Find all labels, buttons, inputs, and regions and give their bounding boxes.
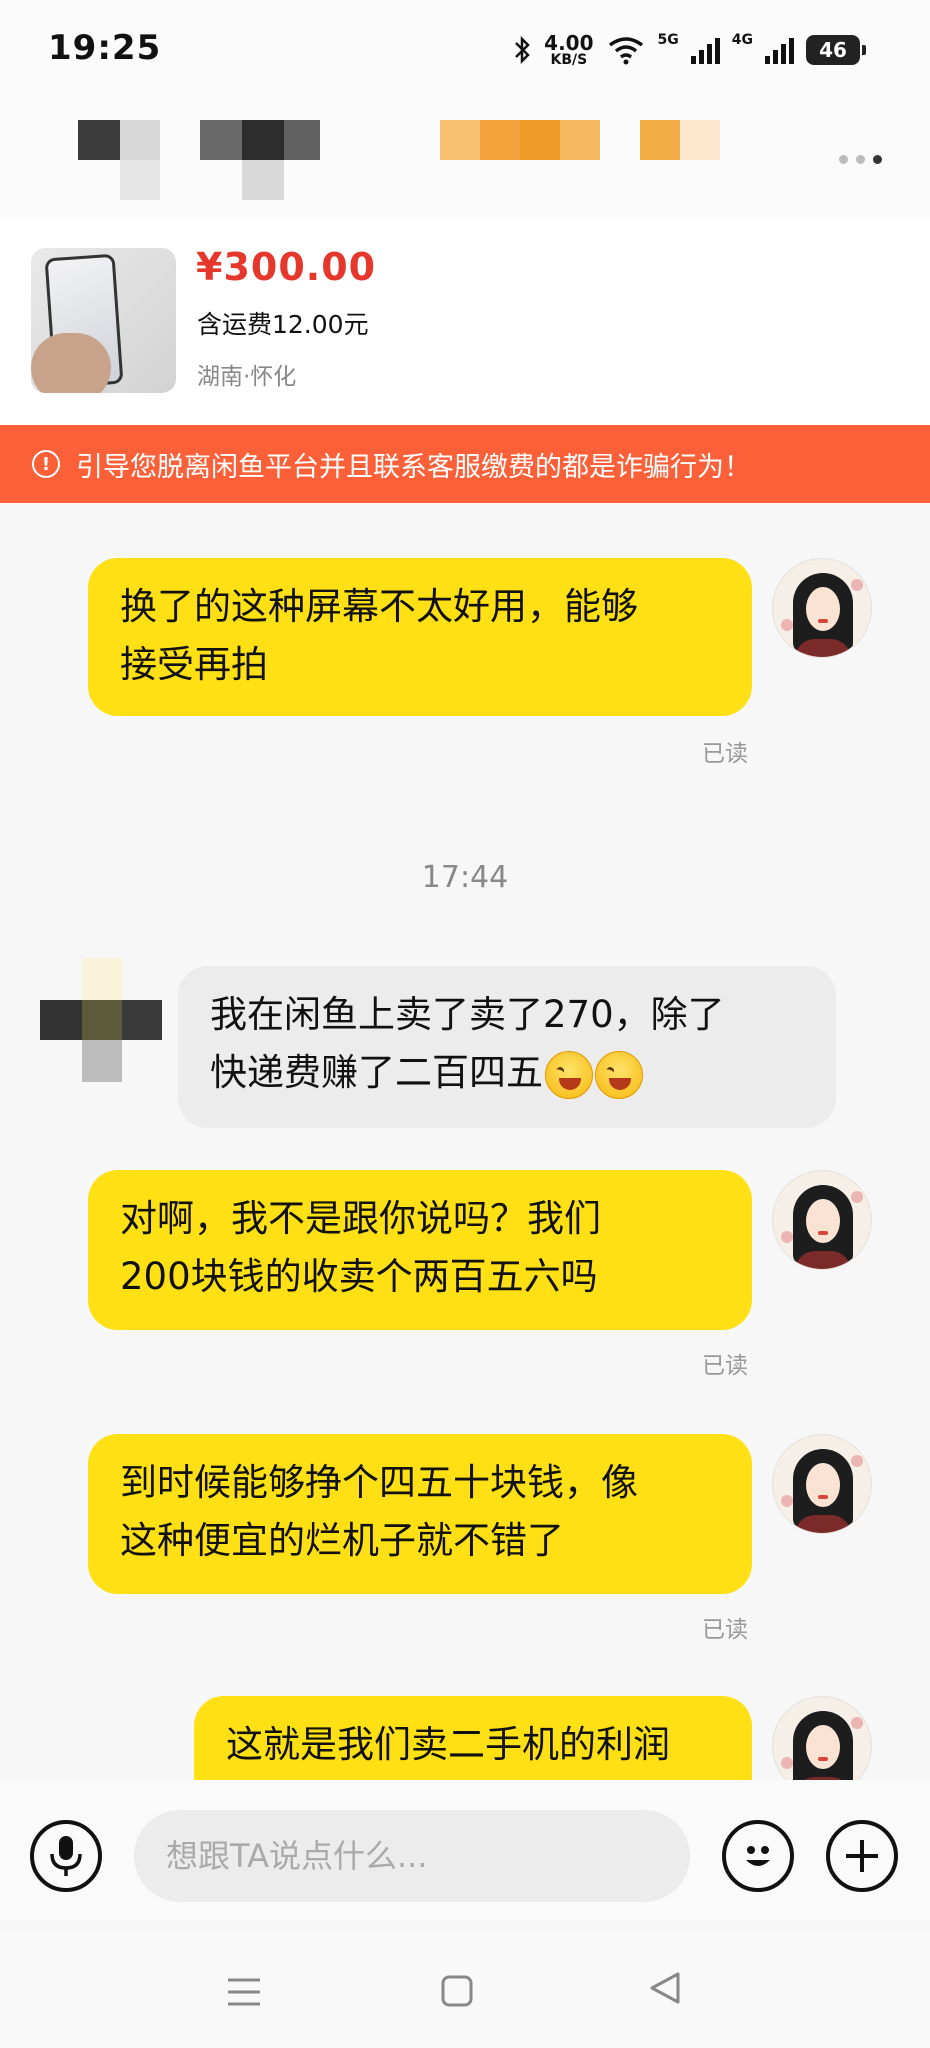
message-input[interactable]	[134, 1810, 690, 1902]
read-receipt: 已读	[702, 741, 748, 767]
home-icon	[441, 1975, 473, 2007]
message-bubble-sent[interactable]: 这就是我们卖二手机的利润	[194, 1696, 752, 1780]
laughing-emoji-icon	[595, 1050, 643, 1099]
product-price: ¥300.00	[196, 245, 377, 289]
signal-icon-1	[690, 36, 720, 64]
my-avatar[interactable]	[772, 1170, 872, 1270]
my-avatar[interactable]	[772, 1434, 872, 1534]
voice-button[interactable]	[30, 1820, 102, 1892]
smiley-icon	[746, 1846, 770, 1866]
emoji-button[interactable]	[722, 1820, 794, 1892]
bluetooth-icon	[515, 35, 530, 65]
battery-icon: 46	[806, 35, 866, 65]
status-icons: 4.00 KB/S 5G 4G 46	[512, 30, 866, 70]
product-thumbnail[interactable]	[31, 248, 176, 393]
message-bubble-sent[interactable]: 到时候能够挣个四五十块钱，像 这种便宜的烂机子就不错了	[88, 1434, 752, 1594]
obscured-username	[0, 100, 930, 220]
chat-header	[0, 100, 930, 220]
product-location: 湖南·怀化	[197, 364, 297, 390]
add-button[interactable]	[826, 1820, 898, 1892]
network-type-1: 5G	[657, 32, 679, 48]
back-button[interactable]	[648, 1970, 682, 2016]
laughing-emoji-icon	[545, 1050, 593, 1099]
my-avatar[interactable]	[772, 1696, 872, 1780]
warning-text: 引导您脱离闲鱼平台并且联系客服缴费的都是诈骗行为！	[76, 451, 751, 483]
network-type-2: 4G	[731, 32, 753, 48]
microphone-icon	[50, 1836, 82, 1876]
my-avatar[interactable]	[772, 558, 872, 658]
other-user-avatar[interactable]	[40, 958, 162, 1082]
plus-icon	[846, 1840, 878, 1872]
status-time: 19:25	[48, 28, 162, 68]
message-bubble-received[interactable]: 我在闲鱼上卖了卖了270，除了 快递费赚了二百四五	[178, 966, 836, 1128]
chat-timestamp: 17:44	[421, 860, 509, 895]
product-shipping: 含运费12.00元	[197, 310, 369, 339]
fraud-warning-banner: ! 引导您脱离闲鱼平台并且联系客服缴费的都是诈骗行为！	[0, 425, 930, 503]
message-bubble-sent[interactable]: 对啊，我不是跟你说吗？我们 200块钱的收卖个两百五六吗	[88, 1170, 752, 1330]
more-options-icon[interactable]	[839, 155, 882, 164]
wifi-icon	[608, 37, 643, 65]
menu-icon	[228, 1978, 260, 2006]
signal-icon-2	[765, 36, 794, 64]
network-speed: 4.00 KB/S	[544, 31, 594, 68]
back-icon	[650, 1972, 680, 2004]
warning-icon: !	[32, 450, 60, 478]
message-bubble-sent[interactable]: 换了的这种屏幕不太好用，能够 接受再拍	[88, 558, 752, 716]
read-receipt: 已读	[702, 1617, 748, 1643]
read-receipt: 已读	[702, 1353, 748, 1379]
menu-button[interactable]	[226, 1972, 262, 2018]
message-clip: 这就是我们卖二手机的利润	[0, 1696, 930, 1780]
home-button[interactable]	[440, 1972, 474, 2018]
